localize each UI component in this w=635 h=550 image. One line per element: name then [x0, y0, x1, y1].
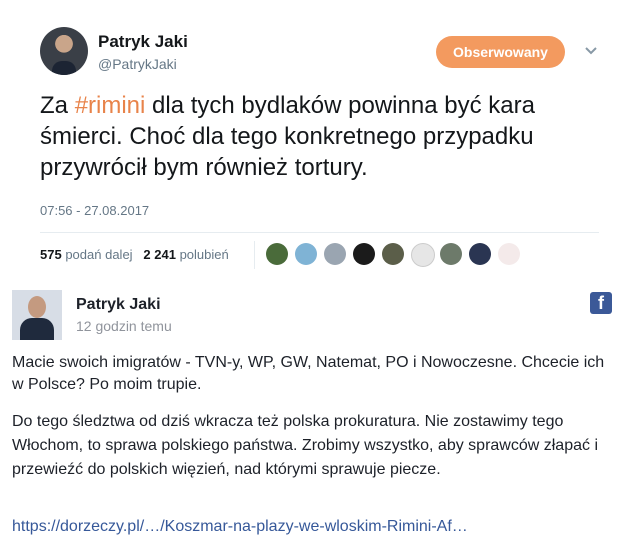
likes-label: polubień	[179, 247, 229, 262]
liker-avatar[interactable]	[324, 243, 346, 265]
liker-avatar[interactable]	[469, 243, 491, 265]
tweet-card: Patryk Jaki @PatrykJaki Obserwowany Za #…	[0, 0, 635, 272]
tweet-avatar[interactable]	[40, 27, 88, 75]
likes-count[interactable]: 2 241	[143, 247, 176, 262]
facebook-post-time[interactable]: 12 godzin temu	[76, 318, 172, 334]
tweet-stats: 575 podań dalej 2 241 polubień	[40, 247, 229, 262]
facebook-paragraph-1: Macie swoich imigratów - TVN-y, WP, GW, …	[12, 354, 605, 393]
liker-avatar[interactable]	[498, 243, 520, 265]
liker-avatar[interactable]	[295, 243, 317, 265]
liker-avatar[interactable]	[382, 243, 404, 265]
hashtag-link[interactable]: #rimini	[75, 92, 146, 119]
tweet-author-name[interactable]: Patryk Jaki	[98, 32, 188, 52]
facebook-link[interactable]: https://dorzeczy.pl/…/Koszmar-na-plazy-w…	[12, 518, 468, 536]
liker-avatar[interactable]	[353, 243, 375, 265]
chevron-down-icon[interactable]	[584, 44, 598, 58]
tweet-author-handle[interactable]: @PatrykJaki	[98, 56, 177, 72]
facebook-paragraph-2: Do tego śledztwa od dziś wkracza też pol…	[12, 413, 598, 478]
divider	[40, 232, 599, 233]
tweet-text: Za #rimini dla tych bydlaków powinna być…	[40, 90, 600, 183]
facebook-avatar[interactable]	[12, 290, 62, 340]
follow-button[interactable]: Obserwowany	[436, 36, 565, 68]
liker-avatar[interactable]	[440, 243, 462, 265]
stats-divider	[254, 241, 255, 269]
liker-avatar[interactable]	[266, 243, 288, 265]
tweet-text-start: Za	[40, 92, 75, 119]
facebook-author-name[interactable]: Patryk Jaki	[76, 296, 161, 314]
retweets-count[interactable]: 575	[40, 247, 62, 262]
liker-avatar[interactable]	[411, 243, 435, 267]
retweets-label: podań dalej	[65, 247, 133, 262]
facebook-logo-icon: f	[590, 292, 612, 314]
tweet-timestamp[interactable]: 07:56 - 27.08.2017	[40, 203, 149, 218]
